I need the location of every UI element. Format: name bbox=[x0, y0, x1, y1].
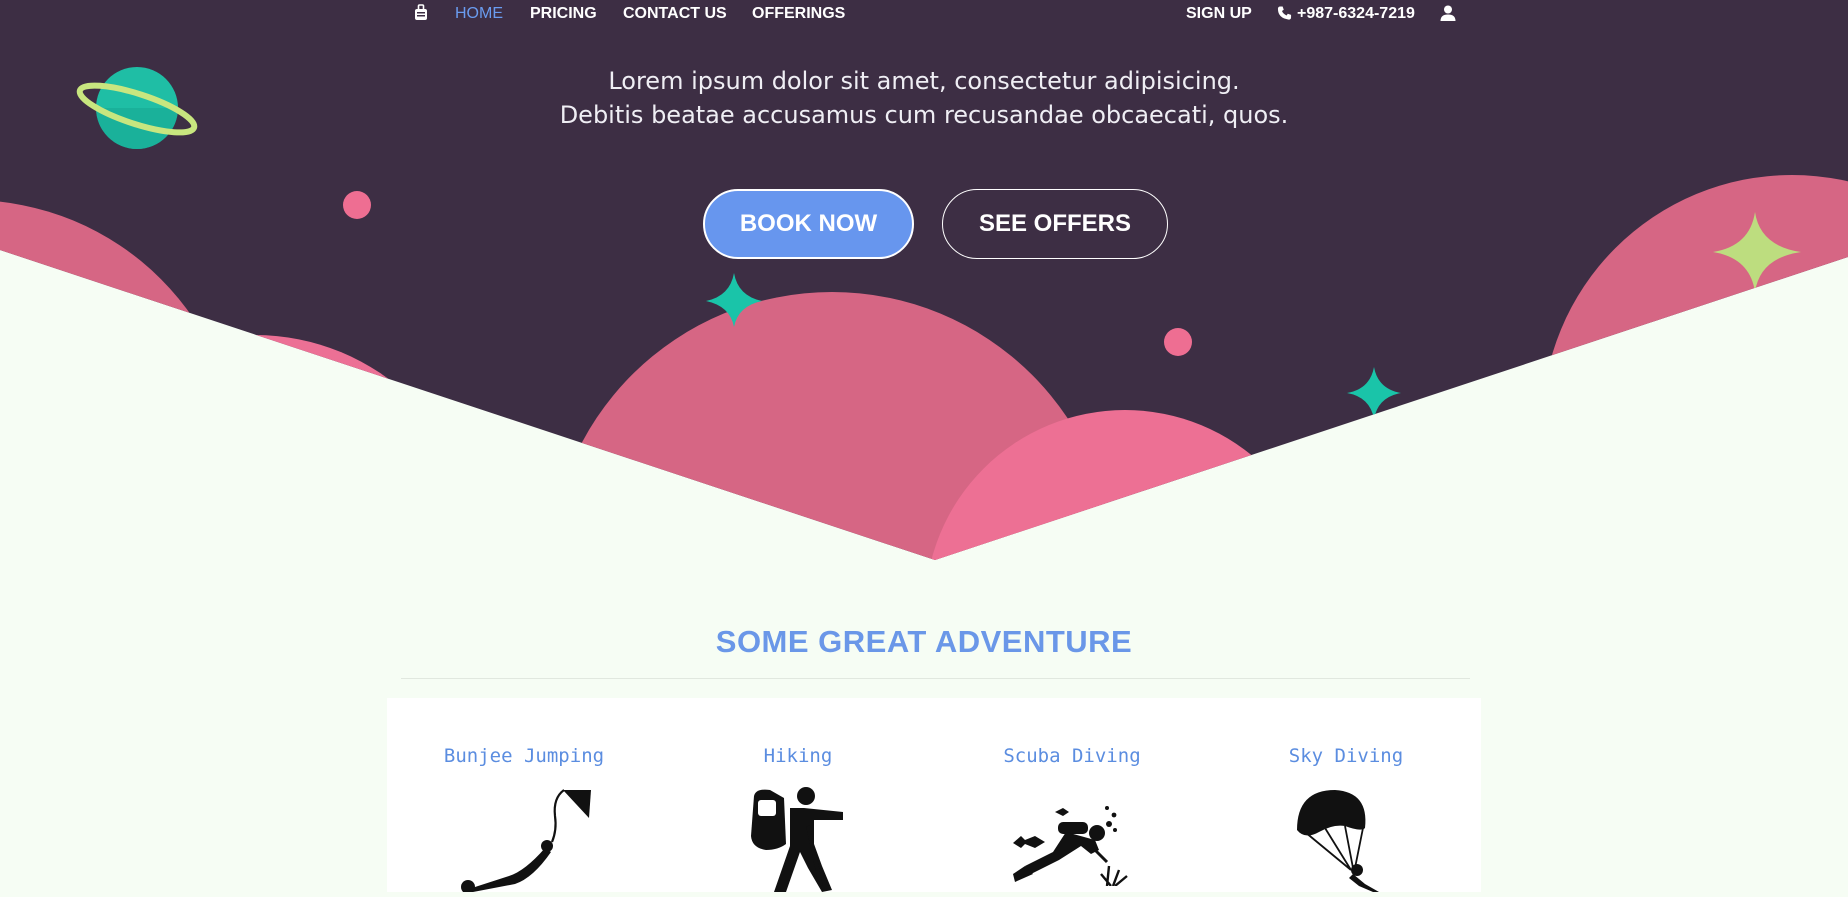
activity-title-scuba: Scuba Diving bbox=[1003, 745, 1141, 767]
nav-offerings[interactable]: OFFERINGS bbox=[752, 5, 845, 23]
hiking-icon bbox=[748, 786, 848, 897]
hero-tagline-line2: Debitis beatae accusamus cum recusandae … bbox=[559, 101, 1289, 129]
user-icon-svg bbox=[1440, 5, 1456, 21]
nav-sign-up[interactable]: SIGN UP bbox=[1186, 5, 1252, 23]
see-offers-button[interactable]: SEE OFFERS bbox=[942, 189, 1168, 259]
top-nav: HOME PRICING CONTACT US OFFERINGS SIGN U… bbox=[0, 0, 1848, 28]
activity-title-bungee: Bunjee Jumping bbox=[443, 745, 605, 767]
nav-pricing[interactable]: PRICING bbox=[530, 5, 597, 23]
luggage-icon-svg bbox=[415, 4, 427, 20]
user-icon[interactable] bbox=[1440, 5, 1456, 26]
pink-dot bbox=[343, 191, 371, 219]
bungee-jumping-icon bbox=[455, 786, 595, 897]
luggage-icon[interactable] bbox=[414, 4, 428, 27]
pink-dot bbox=[1164, 328, 1192, 356]
nav-home[interactable]: HOME bbox=[455, 5, 503, 23]
activity-title-hiking: Hiking bbox=[763, 745, 833, 767]
phone-icon-svg bbox=[1277, 6, 1292, 20]
activity-title-skydiving: Sky Diving bbox=[1288, 745, 1404, 767]
section-title: SOME GREAT ADVENTURE bbox=[715, 624, 1133, 659]
scuba-diving-icon bbox=[1011, 804, 1136, 891]
sky-diving-icon bbox=[1295, 788, 1385, 897]
nav-contact-us[interactable]: CONTACT US bbox=[623, 5, 727, 23]
phone-icon bbox=[1277, 5, 1292, 26]
book-now-button[interactable]: BOOK NOW bbox=[703, 189, 914, 259]
nav-phone[interactable]: +987-6324-7219 bbox=[1297, 5, 1415, 23]
hero-tagline-line1: Lorem ipsum dolor sit amet, consectetur … bbox=[608, 67, 1240, 95]
section-divider bbox=[401, 678, 1470, 679]
